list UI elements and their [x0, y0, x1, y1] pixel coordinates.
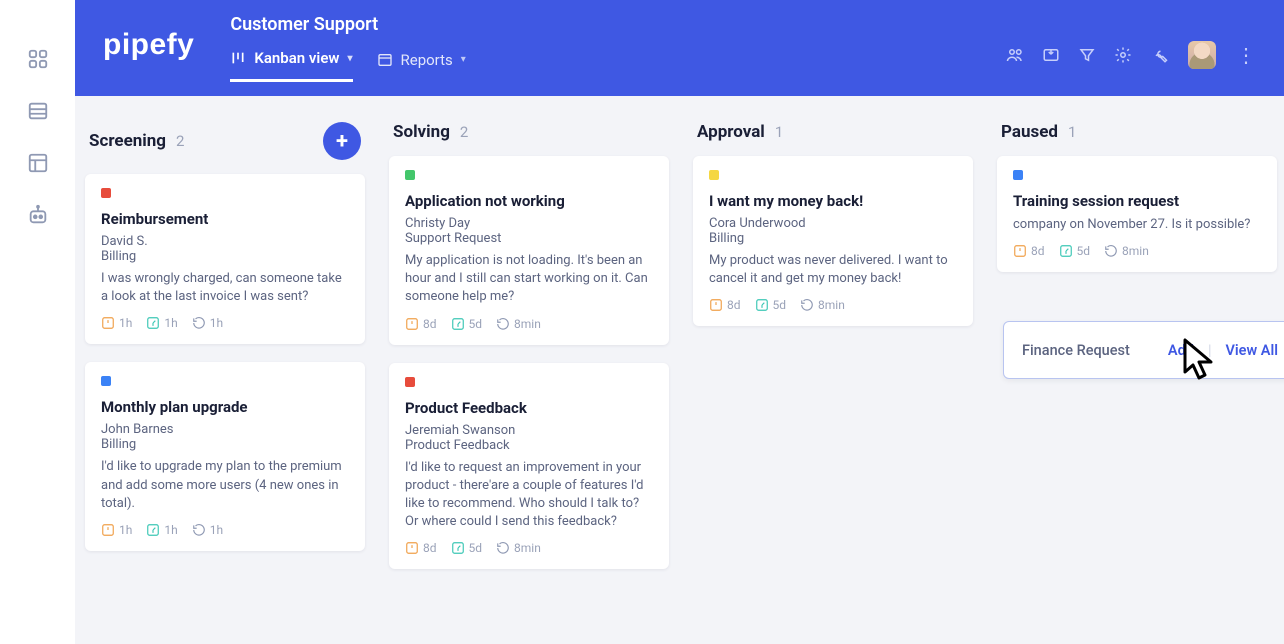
chevron-down-icon: ▾	[461, 54, 466, 65]
card-title: Reimbursement	[101, 210, 349, 228]
card[interactable]: I want my money back! Cora Underwood Bil…	[693, 156, 973, 326]
card-title: Product Feedback	[405, 399, 653, 417]
card-category: Billing	[101, 437, 349, 452]
status-dot	[1013, 170, 1023, 180]
card-meta: 8d5d8min	[1013, 244, 1261, 258]
card-requester: David S.	[101, 234, 349, 249]
column-count: 1	[1068, 123, 1076, 141]
list-icon[interactable]	[27, 100, 49, 122]
card-requester: John Barnes	[101, 422, 349, 437]
card-category: Product Feedback	[405, 438, 653, 453]
layout-icon[interactable]	[27, 152, 49, 174]
column-title: Screening	[89, 131, 166, 151]
card[interactable]: Product Feedback Jeremiah Swanson Produc…	[389, 363, 669, 570]
column-count: 2	[176, 132, 184, 150]
status-dot	[101, 376, 111, 386]
popup-viewall-button[interactable]: View All	[1225, 342, 1278, 359]
column-title: Approval	[697, 122, 765, 142]
card-title: Monthly plan upgrade	[101, 398, 349, 416]
add-card-button[interactable]: +	[323, 122, 361, 160]
tab-reports[interactable]: Reports ▾	[377, 49, 466, 82]
status-dot	[405, 377, 415, 387]
wrench-icon[interactable]	[1150, 46, 1168, 64]
card-title: Application not working	[405, 192, 653, 210]
card-category: Support Request	[405, 231, 653, 246]
more-menu-icon[interactable]: ⋮	[1236, 45, 1256, 65]
card[interactable]: Application not working Christy Day Supp…	[389, 156, 669, 345]
card-requester: Christy Day	[405, 216, 653, 231]
reports-icon	[377, 52, 393, 68]
kanban-icon	[230, 50, 246, 66]
card-description: My application is not loading. It's been…	[405, 252, 653, 307]
card-meta: 8d5d8min	[709, 298, 957, 312]
column-count: 1	[775, 123, 783, 141]
card-title: Training session request	[1013, 192, 1261, 210]
popup-title: Finance Request	[1022, 342, 1130, 359]
status-dot	[101, 188, 111, 198]
pipe-title: Customer Support	[230, 14, 465, 35]
members-icon[interactable]	[1006, 46, 1024, 64]
bot-icon[interactable]	[27, 204, 49, 226]
card-description: I'd like to upgrade my plan to the premi…	[101, 458, 349, 513]
card-description: I'd like to request an improvement in yo…	[405, 459, 653, 532]
card-description: company on November 27. Is it possible?	[1013, 216, 1261, 234]
card-category: Billing	[709, 231, 957, 246]
logo: pipefy	[103, 28, 194, 62]
filter-icon[interactable]	[1078, 46, 1096, 64]
inbox-icon[interactable]	[1042, 46, 1060, 64]
popup-add-button[interactable]: Add	[1168, 342, 1194, 359]
card-description: I was wrongly charged, can someone take …	[101, 270, 349, 306]
header: pipefy Customer Support Kanban view ▾	[75, 0, 1284, 96]
status-dot	[709, 170, 719, 180]
card-meta: 8d5d8min	[405, 317, 653, 331]
column-approval: Approval 1 I want my money back! Cora Un…	[693, 118, 973, 622]
left-rail	[0, 0, 75, 644]
card-meta: 1h1h1h	[101, 523, 349, 537]
card-meta: 8d5d8min	[405, 541, 653, 555]
card-requester: Cora Underwood	[709, 216, 957, 231]
card-description: My product was never delivered. I want t…	[709, 252, 957, 288]
finance-request-popup: Finance Request Add | View All	[1003, 321, 1284, 379]
status-dot	[405, 170, 415, 180]
avatar[interactable]	[1188, 41, 1216, 69]
column-title: Solving	[393, 122, 450, 142]
card[interactable]: Reimbursement David S. Billing I was wro…	[85, 174, 365, 344]
tab-kanban[interactable]: Kanban view ▾	[230, 49, 352, 82]
gear-icon[interactable]	[1114, 46, 1132, 64]
card[interactable]: Monthly plan upgrade John Barnes Billing…	[85, 362, 365, 551]
column-count: 2	[460, 123, 468, 141]
card-category: Billing	[101, 249, 349, 264]
column-title: Paused	[1001, 122, 1058, 142]
card-requester: Jeremiah Swanson	[405, 423, 653, 438]
kanban-board: Screening 2 + Reimbursement David S. Bill…	[75, 96, 1284, 644]
card-meta: 1h1h1h	[101, 316, 349, 330]
card[interactable]: Training session request company on Nove…	[997, 156, 1277, 272]
column-screening: Screening 2 + Reimbursement David S. Bill…	[85, 118, 365, 622]
apps-icon[interactable]	[27, 48, 49, 70]
chevron-down-icon: ▾	[347, 53, 352, 64]
column-solving: Solving 2 Application not working Christ…	[389, 118, 669, 622]
card-title: I want my money back!	[709, 192, 957, 210]
